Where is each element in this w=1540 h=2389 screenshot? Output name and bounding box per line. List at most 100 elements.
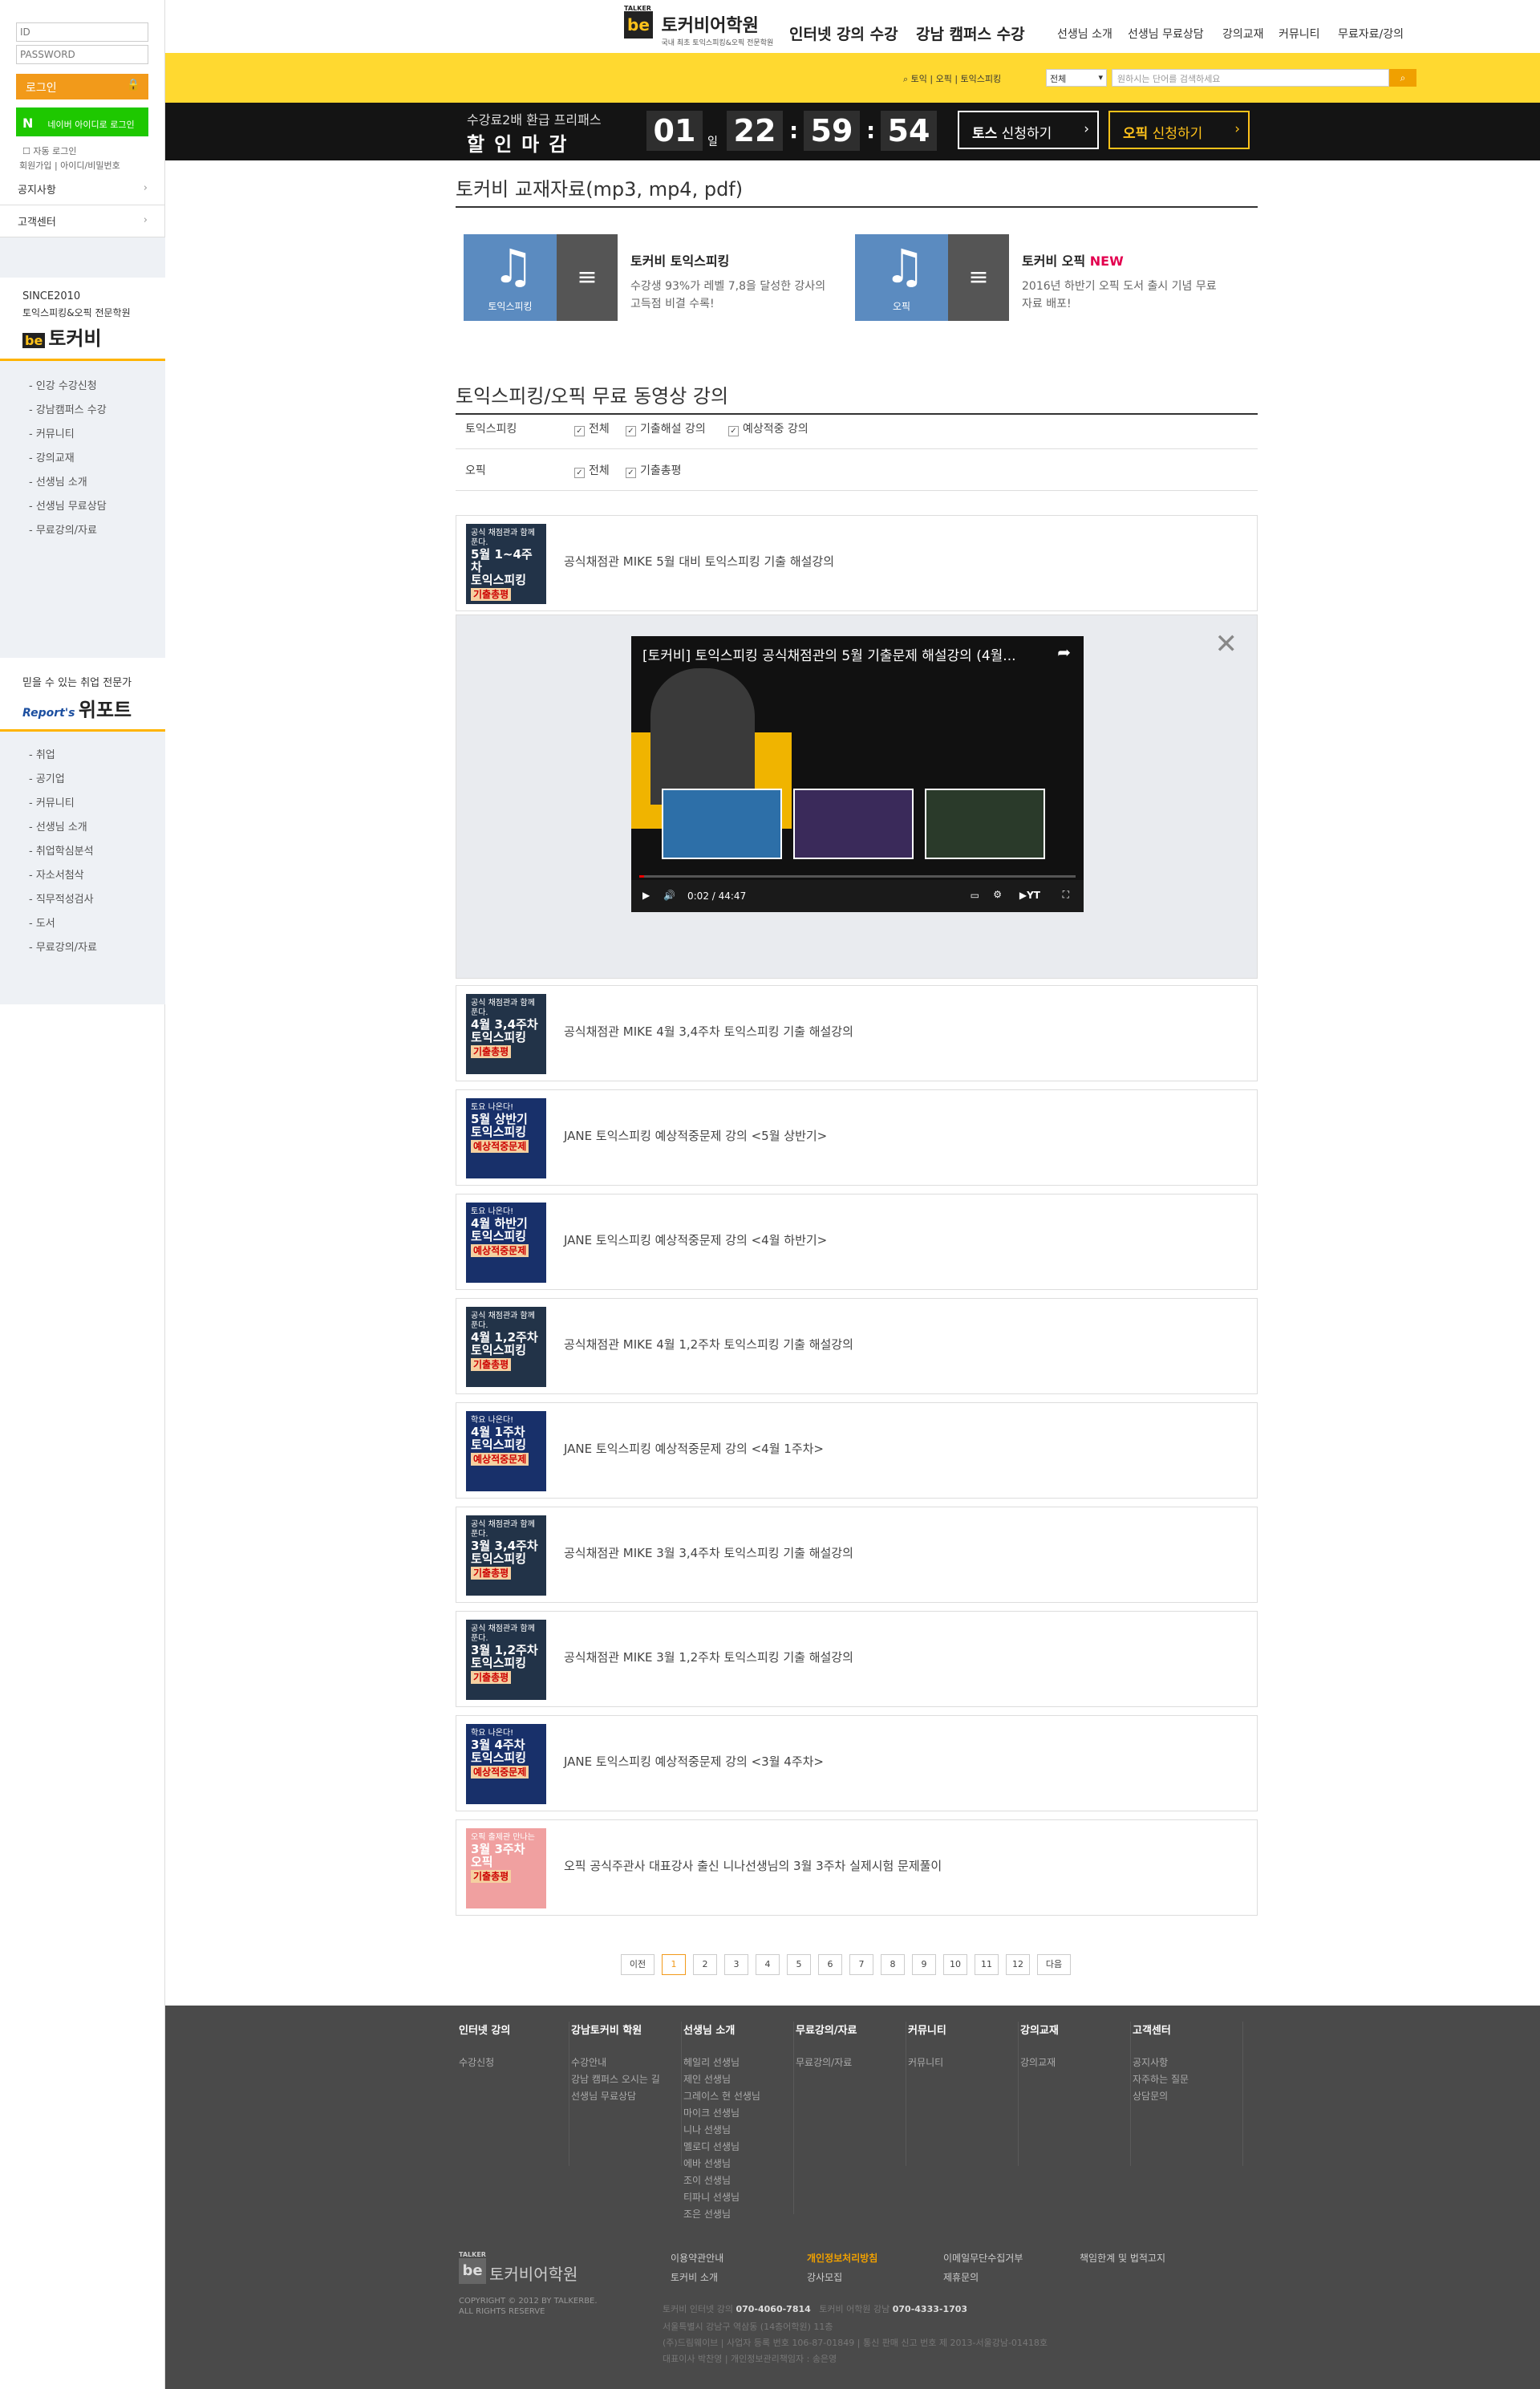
footer-column-link[interactable]: 무료강의/자료 xyxy=(796,2054,906,2071)
lecture-row[interactable]: 공식 채점관과 함께 푼다. 3월 3,4주차 토익스피킹 기출총평 공식채점관 MIK… xyxy=(456,1507,1258,1603)
site-logo[interactable]: be 토커비어학원 국내 최초 토익스피킹&오픽 전문학원 TALKER xyxy=(624,5,773,47)
lecture-row[interactable]: 학요 나온다! 3월 4주차 토익스피킹 예상적중문제 JANE 토익스피킹 예상적중문… xyxy=(456,1715,1258,1811)
filter-checkbox[interactable]: ✓ 전체 xyxy=(574,462,610,478)
nav-free-materials[interactable]: 무료자료/강의 xyxy=(1338,26,1404,42)
footer-column-link[interactable]: 자주하는 질문 xyxy=(1133,2071,1242,2088)
toeic-speaking-material-card[interactable]: ♫ 토익스피킹 ≡ xyxy=(464,234,618,321)
footer-column-link[interactable]: 수강안내 xyxy=(571,2054,681,2071)
opic-apply-button[interactable]: 오픽 신청하기 › xyxy=(1108,111,1250,149)
left-menu-notice[interactable]: 공지사항 › xyxy=(0,173,165,205)
page-button[interactable]: 7 xyxy=(849,1954,873,1975)
footer-column-link[interactable]: 공지사항 xyxy=(1133,2054,1242,2071)
nav-free-consult[interactable]: 선생님 무료상담 xyxy=(1128,26,1204,42)
volume-icon[interactable]: 🔊 xyxy=(663,890,675,901)
nav-teachers[interactable]: 선생님 소개 xyxy=(1057,26,1112,42)
page-button[interactable]: 10 xyxy=(943,1954,967,1975)
brand1-menu-item[interactable]: - 선생님 무료상담 xyxy=(29,497,107,513)
opic-material-card[interactable]: ♫ 오픽 ≡ xyxy=(855,234,1009,321)
page-button[interactable]: 11 xyxy=(975,1954,999,1975)
footer-column-link[interactable]: 헤일리 선생님 xyxy=(683,2054,793,2071)
brand1-menu-item[interactable]: - 강남캠퍼스 수강 xyxy=(29,401,107,416)
footer-link[interactable]: 강사모집 xyxy=(807,2270,842,2284)
footer-column-link[interactable]: 조은 선생님 xyxy=(683,2206,793,2223)
brand2-menu-item[interactable]: - 공기업 xyxy=(29,770,65,785)
search-quick-links[interactable]: ⌕ 토익 | 오픽 | 토익스피킹 xyxy=(903,72,1001,85)
lecture-row[interactable]: 공식 채점관과 함께 푼다. 5월 1~4주차 토익스피킹 기출총평 공식채점관 MIK… xyxy=(456,515,1258,611)
captions-icon[interactable]: ▭ xyxy=(971,890,979,901)
footer-link[interactable]: 이메일무단수집거부 xyxy=(943,2251,1023,2265)
brand2-menu-item[interactable]: - 커뮤니티 xyxy=(29,794,75,809)
related-video-thumb[interactable] xyxy=(793,789,914,859)
footer-link[interactable]: 책임한계 및 법적고지 xyxy=(1080,2251,1165,2265)
id-input[interactable]: ID xyxy=(16,22,148,42)
filter-checkbox[interactable]: ✓ 기출총평 xyxy=(626,462,682,478)
page-button[interactable]: 12 xyxy=(1006,1954,1030,1975)
naver-login-button[interactable]: N 네이버 아이디로 로그인 xyxy=(16,107,148,136)
filter-checkbox[interactable]: ✓ 전체 xyxy=(574,420,610,436)
nav-gangnam-campus[interactable]: 강남 캠퍼스 수강 xyxy=(916,22,1025,44)
footer-column-link[interactable]: 그레이스 현 선생님 xyxy=(683,2088,793,2105)
brand1-menu-item[interactable]: - 강의교재 xyxy=(29,449,75,464)
footer-column-link[interactable]: 티파니 선생님 xyxy=(683,2189,793,2206)
share-icon[interactable]: ➦ xyxy=(1057,643,1071,662)
lecture-row[interactable]: 공식 채점관과 함께 푼다. 3월 1,2주차 토익스피킹 기출총평 공식채점관 MIK… xyxy=(456,1611,1258,1707)
footer-column-link[interactable]: 조이 선생님 xyxy=(683,2172,793,2189)
youtube-logo-icon[interactable]: ▶YT xyxy=(1019,890,1040,901)
brand2-menu-item[interactable]: - 무료강의/자료 xyxy=(29,939,97,954)
youtube-video[interactable]: [토커비] 토익스피킹 공식채점관의 5월 기출문제 해설강의 (4월... ➦… xyxy=(631,636,1084,912)
brand1-menu-item[interactable]: - 커뮤니티 xyxy=(29,425,75,440)
password-input[interactable]: PASSWORD xyxy=(16,45,148,64)
footer-column-link[interactable]: 커뮤니티 xyxy=(908,2054,1018,2071)
related-video-thumb[interactable] xyxy=(662,789,782,859)
brand2-menu-item[interactable]: - 취업학심분석 xyxy=(29,842,94,858)
page-button[interactable]: 1 xyxy=(662,1954,686,1975)
auto-login-checkbox[interactable]: ☐ 자동 로그인 xyxy=(22,144,76,157)
card-title[interactable]: 토커비 오픽 NEW xyxy=(1022,250,1124,270)
footer-column-link[interactable]: 수강신청 xyxy=(459,2054,569,2071)
lecture-row[interactable]: 공식 채점관과 함께 푼다. 4월 1,2주차 토익스피킹 기출총평 공식채점관 MIK… xyxy=(456,1298,1258,1394)
brand1-menu-item[interactable]: - 선생님 소개 xyxy=(29,473,87,489)
search-category-select[interactable]: 전체 ▾ xyxy=(1046,69,1107,87)
brand2-menu-item[interactable]: - 직무적성검사 xyxy=(29,890,94,906)
search-input[interactable]: 원하시는 단어를 검색하세요 xyxy=(1112,69,1389,87)
login-button[interactable]: 로그인 🔒 xyxy=(16,74,148,99)
page-button[interactable]: 8 xyxy=(881,1954,905,1975)
join-find-links[interactable]: 회원가입 | 아이디/비밀번호 xyxy=(19,159,120,172)
footer-column-link[interactable]: 강의교재 xyxy=(1020,2054,1130,2071)
brand2-menu-item[interactable]: - 취업 xyxy=(29,746,55,761)
footer-link[interactable]: 토커비 소개 xyxy=(671,2270,718,2284)
card-title[interactable]: 토커비 토익스피킹 xyxy=(630,250,729,270)
nav-internet-lecture[interactable]: 인터넷 강의 수강 xyxy=(789,22,898,44)
lecture-row[interactable]: 학요 나온다! 4월 1주차 토익스피킹 예상적중문제 JANE 토익스피킹 예상적중문… xyxy=(456,1402,1258,1499)
fullscreen-icon[interactable]: ⛶ xyxy=(1063,889,1069,901)
brand2-menu-item[interactable]: - 도서 xyxy=(29,915,55,930)
brand1-menu-item[interactable]: - 인강 수강신청 xyxy=(29,377,97,392)
footer-column-link[interactable]: 선생님 무료상담 xyxy=(571,2088,681,2105)
video-progress[interactable] xyxy=(639,875,1076,878)
lecture-row[interactable]: 공식 채점관과 함께 푼다. 4월 3,4주차 토익스피킹 기출총평 공식채점관 MIK… xyxy=(456,985,1258,1081)
filter-checkbox[interactable]: ✓ 기출해설 강의 xyxy=(626,420,706,436)
footer-column-link[interactable]: 에바 선생님 xyxy=(683,2156,793,2172)
toeic-speaking-apply-button[interactable]: 토스 신청하기 › xyxy=(958,111,1099,149)
page-button[interactable]: 6 xyxy=(818,1954,842,1975)
page-button[interactable]: 4 xyxy=(756,1954,780,1975)
page-button[interactable]: 3 xyxy=(724,1954,748,1975)
lecture-row[interactable]: 오픽 출제관 만나는 3월 3주차 오픽 기출총평 오픽 공식주관사 대표강사 출신 니… xyxy=(456,1819,1258,1916)
footer-link[interactable]: 이용약관안내 xyxy=(671,2251,723,2265)
page-button[interactable]: 5 xyxy=(787,1954,811,1975)
footer-link-privacy[interactable]: 개인정보처리방침 xyxy=(807,2251,877,2265)
brand-talkerbe-box[interactable]: SINCE2010 토익스피킹&오픽 전문학원 be 토커비 xyxy=(0,278,165,361)
footer-column-link[interactable]: 니나 선생님 xyxy=(683,2122,793,2139)
page-button[interactable]: 다음 xyxy=(1037,1954,1071,1975)
footer-link[interactable]: 제휴문의 xyxy=(943,2270,979,2284)
footer-column-link[interactable]: 상담문의 xyxy=(1133,2088,1242,2105)
close-icon[interactable]: ✕ xyxy=(1215,628,1238,660)
footer-column-link[interactable]: 강남 캠퍼스 오시는 길 xyxy=(571,2071,681,2088)
page-button[interactable]: 2 xyxy=(693,1954,717,1975)
brand2-menu-item[interactable]: - 자소서첨삭 xyxy=(29,866,84,882)
left-menu-support[interactable]: 고객센터 › xyxy=(0,205,165,237)
nav-textbooks[interactable]: 강의교재 xyxy=(1222,26,1264,42)
brand-weport-box[interactable]: 믿을 수 있는 취업 전문가 Report's 위포트 xyxy=(0,658,165,732)
play-icon[interactable]: ▶ xyxy=(642,890,650,901)
nav-community[interactable]: 커뮤니티 xyxy=(1279,26,1320,42)
